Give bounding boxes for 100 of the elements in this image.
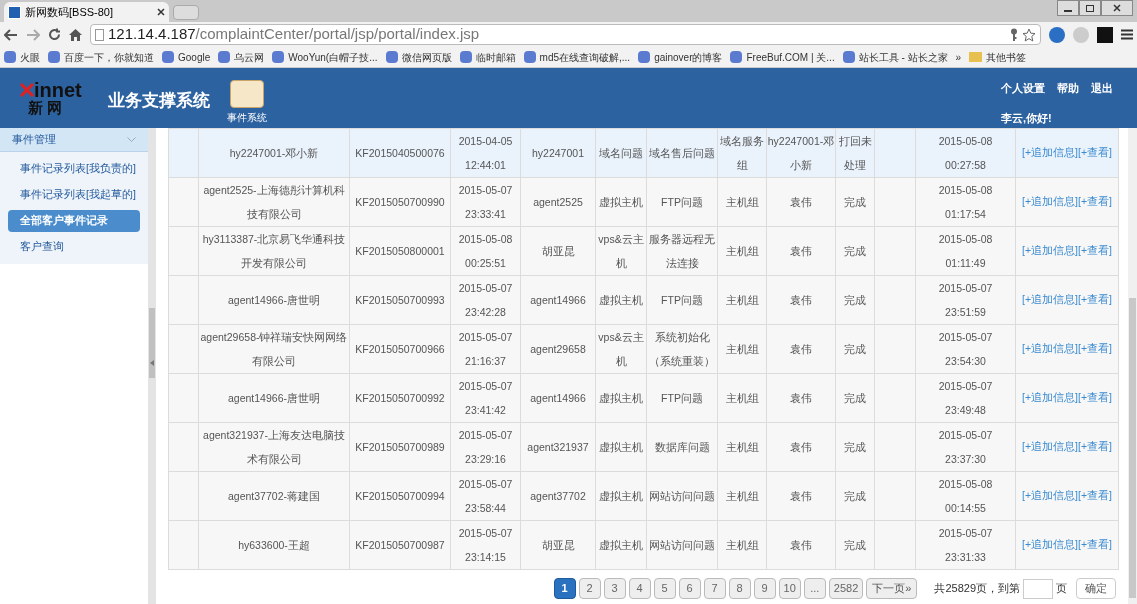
next-page-button[interactable]: 下一页» (866, 578, 918, 599)
action-link[interactable]: [+追加信息] (1022, 195, 1078, 208)
table-row[interactable]: agent14966-唐世明 KF2015050700992 2015-05-07 23:41:42 agent14966 虚拟主机 FTP问题 主机组 袁伟 完成 2015-05-07 23:49:48 [+追加信息][+查看] (168, 373, 1119, 423)
bookmark-item[interactable]: 百度一下，你就知道 (48, 49, 154, 65)
reload-icon[interactable] (48, 28, 61, 41)
page-button[interactable]: 7 (703, 578, 726, 599)
action-link[interactable]: [+查看] (1078, 195, 1112, 208)
page-input[interactable] (1023, 578, 1053, 599)
page-button[interactable]: 1 (553, 578, 576, 599)
sidebar-item[interactable]: 事件记录列表[我起草的] (8, 184, 140, 206)
bookmark-item[interactable]: 临时邮箱 (459, 49, 516, 65)
table-row[interactable]: agent321937-上海友达电脑技术有限公司 KF2015050700989 2015-05-07 23:29:16 agent321937 虚拟主机 数据库问题 主机组 袁伟 完成 2015-05-07 23:37:30 [+追加信息][+查看] (168, 422, 1119, 472)
action-link[interactable]: [+查看] (1078, 293, 1112, 306)
sidebar-item[interactable]: 事件记录列表[我负责的] (8, 158, 140, 180)
bookmark-item[interactable]: gainover的博客 (638, 49, 723, 65)
action-link[interactable]: [+查看] (1078, 489, 1112, 502)
action-link[interactable]: [+查看] (1078, 342, 1112, 355)
more-bookmarks-button[interactable]: » (955, 49, 962, 65)
action-link[interactable]: [+查看] (1078, 440, 1112, 453)
bookmark-item[interactable]: md5在线查询破解,... (523, 49, 631, 65)
header-link[interactable]: 退出 (1091, 80, 1113, 97)
bookmark-item[interactable]: FreeBuf.COM | 关... (730, 49, 835, 65)
action-link[interactable]: [+查看] (1078, 146, 1112, 159)
action-link[interactable]: [+追加信息] (1022, 293, 1078, 306)
table-cell-text: 网站访问问题 (648, 489, 716, 504)
action-link[interactable]: [+追加信息] (1022, 489, 1078, 502)
table-cell-text: FTP问题 (660, 391, 704, 406)
page-button[interactable]: 8 (728, 578, 751, 599)
scrollbar-thumb[interactable] (1129, 298, 1136, 598)
action-link[interactable]: [+追加信息] (1022, 538, 1078, 551)
table-row[interactable]: agent37702-蒋建国 KF2015050700994 2015-05-07 23:58:44 agent37702 虚拟主机 网站访问问题 主机组 袁伟 完成 2015-05-08 00:14:55 [+追加信息][+查看] (168, 471, 1119, 521)
action-link[interactable]: [+查看] (1078, 244, 1112, 257)
action-link[interactable]: [+追加信息] (1022, 146, 1078, 159)
action-link[interactable]: [+追加信息] (1022, 391, 1078, 404)
table-cell-text: 完成 (843, 489, 867, 504)
page-button[interactable]: ... (803, 578, 826, 599)
scrollbar-thumb[interactable] (149, 308, 155, 378)
table-row[interactable]: agent2525-上海德彤计算机科技有限公司 KF2015050700990 2015-05-07 23:33:41 agent2525 虚拟主机 FTP问题 主机组 袁伟 完成 2015-05-08 01:17:54 [+追加信息][+查看] (168, 177, 1119, 227)
table-cell-text: 完成 (843, 244, 867, 259)
header-link[interactable]: 帮助 (1057, 80, 1079, 97)
close-window-button[interactable] (1101, 0, 1133, 16)
sidebar-item[interactable]: 客户查询 (8, 236, 140, 258)
sidebar-item[interactable]: 全部客户事件记录 (8, 210, 140, 232)
action-link[interactable]: [+追加信息] (1022, 342, 1078, 355)
table-cell-text: agent321937 (526, 440, 590, 455)
logo: innet 新 网 (0, 68, 90, 115)
page-button[interactable]: 3 (603, 578, 626, 599)
address-field[interactable]: 121.14.4.187/complaintCenter/portal/jsp/portal/index.jsp (90, 24, 1041, 45)
page-button[interactable]: 6 (678, 578, 701, 599)
table-row[interactable]: hy2247001-邓小新 KF2015040500076 2015-04-05 12:44:01 hy2247001 域名问题 域名售后问题 域名服务组 hy2247001-邓小新 打回未处理 2015-05-08 00:27:58 [+追加信息][+查看] (168, 128, 1119, 178)
table-row[interactable]: agent14966-唐世明 KF2015050700993 2015-05-07 23:42:28 agent14966 虚拟主机 FTP问题 主机组 袁伟 完成 2015-05-07 23:51:59 [+追加信息][+查看] (168, 275, 1119, 325)
table-row[interactable]: hy633600-王超 KF2015050700987 2015-05-07 23:14:15 胡亚昆 虚拟主机 网站访问问题 主机组 袁伟 完成 2015-05-07 23:31:33 [+追加信息][+查看] (168, 520, 1119, 570)
bookmark-item[interactable]: WooYun(白帽子技... (272, 49, 378, 65)
browser-tab[interactable]: 新网数码[BSS-80] (4, 2, 169, 22)
confirm-button[interactable]: 确定 (1076, 578, 1116, 599)
page-button[interactable]: 10 (778, 578, 801, 599)
key-icon[interactable] (1010, 27, 1018, 42)
table-cell-text: 袁伟 (789, 195, 813, 210)
table-row[interactable]: hy3113387-北京易飞华通科技开发有限公司 KF2015050800001 2015-05-08 00:25:51 胡亚昆 vps&云主机 服务器远程无法连接 主机组 袁伟 完成 2015-05-08 01:11:49 [+追加信息][+查看] (168, 226, 1119, 276)
table-cell-text: 完成 (843, 342, 867, 357)
header-link[interactable]: 个人设置 (1001, 80, 1045, 97)
sidebar-section-header[interactable]: 事件管理 (0, 128, 148, 152)
page-button[interactable]: 4 (628, 578, 651, 599)
table-cell-text: hy2247001-邓小新 (228, 146, 320, 161)
home-icon[interactable] (69, 28, 82, 41)
page-button[interactable]: 5 (653, 578, 676, 599)
other-bookmarks-item[interactable]: 其他书签 (969, 49, 1027, 65)
action-link[interactable]: [+追加信息] (1022, 440, 1078, 453)
table-cell-text: KF2015050700990 (354, 195, 446, 210)
minimize-button[interactable] (1057, 0, 1079, 16)
bookmark-item[interactable]: 乌云网 (218, 49, 265, 65)
table-row[interactable]: agent29658-钟祥瑞安快网网络有限公司 KF2015050700966 2015-05-07 21:16:37 agent29658 vps&云主机 系统初始化（系统重装） 主机组 袁伟 完成 2015-05-07 23:54:30 [+追加信息][+查看] (168, 324, 1119, 374)
table-cell-text: KF2015050700992 (354, 391, 446, 406)
bookmark-item[interactable]: 微信网页版 (385, 49, 452, 65)
table-cell-text: 域名问题 (598, 146, 644, 161)
action-link[interactable]: [+查看] (1078, 391, 1112, 404)
table-cell-text: KF2015050700993 (354, 293, 446, 308)
page-icon (95, 28, 104, 41)
bookmark-item[interactable]: Google (162, 49, 211, 65)
action-link[interactable]: [+查看] (1078, 538, 1112, 551)
table-cell-text: KF2015040500076 (354, 146, 446, 161)
bookmark-item[interactable]: 火眼 (4, 49, 40, 65)
table-cell-text: 2015-04-05 12:44:01 (457, 134, 514, 173)
page-button[interactable]: 2 (578, 578, 601, 599)
page-button[interactable]: 2582 (828, 578, 864, 599)
close-icon[interactable] (157, 8, 165, 16)
page-unit: 页 (1056, 581, 1067, 597)
action-link[interactable]: [+追加信息] (1022, 244, 1078, 257)
table-cell-text: 2015-05-08 00:14:55 (937, 477, 994, 516)
table-cell-text: 袁伟 (789, 538, 813, 553)
star-icon[interactable] (1022, 27, 1036, 42)
table-cell-text: 2015-05-07 23:49:48 (937, 379, 994, 418)
bookmark-item[interactable]: 站长工具 - 站长之家 (842, 49, 948, 65)
table-cell-text: 主机组 (724, 293, 760, 308)
back-icon[interactable] (4, 28, 18, 41)
menu-icon[interactable] (1121, 29, 1133, 40)
page-button[interactable]: 9 (753, 578, 776, 599)
restore-button[interactable] (1079, 0, 1101, 16)
table-cell-text: agent2525 (532, 195, 584, 210)
table-cell-text: 袁伟 (789, 440, 813, 455)
